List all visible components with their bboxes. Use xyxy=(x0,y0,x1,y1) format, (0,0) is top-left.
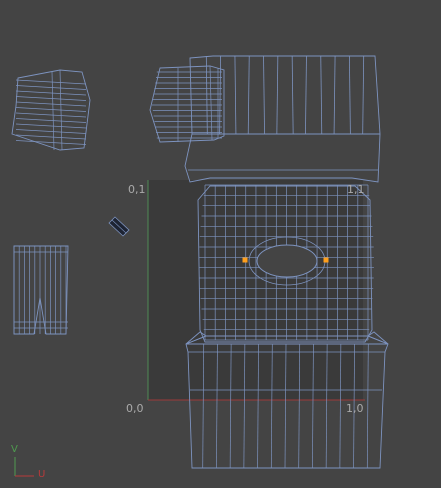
selected-vertex-right[interactable] xyxy=(323,257,329,263)
uv-island-sleeve-right[interactable] xyxy=(149,65,225,143)
uv-label-bottom-right: 1,0 xyxy=(346,402,364,415)
uv-island-small[interactable] xyxy=(108,216,130,237)
uv-unit-square xyxy=(148,180,363,400)
gizmo-v-label: V xyxy=(11,444,18,455)
uv-canvas[interactable] xyxy=(0,0,441,488)
uv-island-pants[interactable] xyxy=(13,245,69,335)
selected-vertex-left[interactable] xyxy=(242,257,248,263)
gizmo-u-label: U xyxy=(38,469,46,480)
uv-label-top-right: 1,1 xyxy=(347,183,365,196)
uv-island-sleeve-left[interactable] xyxy=(11,69,91,151)
uv-label-top-left: 0,1 xyxy=(128,183,146,196)
uv-editor-viewport[interactable]: 0,1 1,1 0,0 1,0 V U xyxy=(0,0,441,488)
uv-label-bottom-left: 0,0 xyxy=(126,402,144,415)
